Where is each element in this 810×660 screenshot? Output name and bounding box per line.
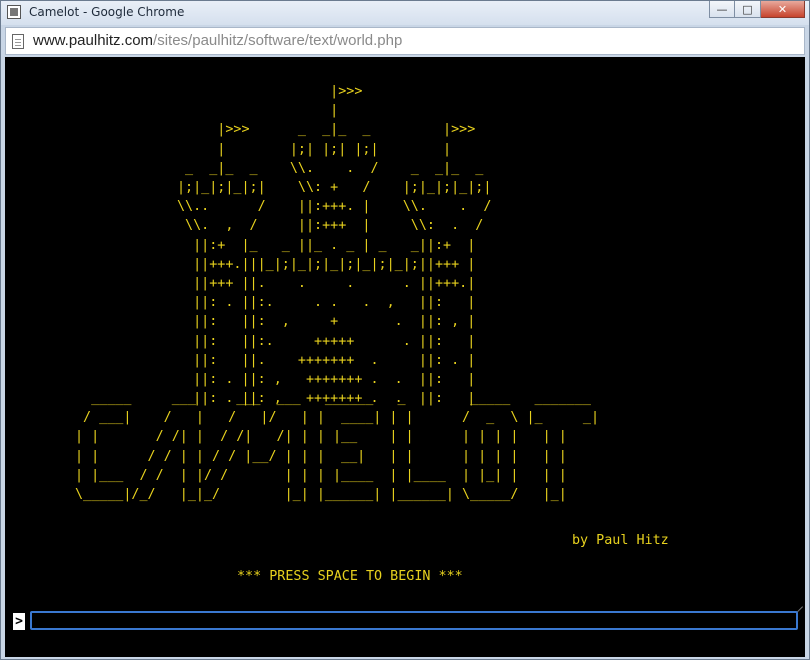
command-caret: >	[13, 613, 25, 630]
browser-window: Camelot - Google Chrome — □ ✕ www.paulhi…	[0, 0, 810, 660]
castle-ascii-art: |>>> | |>>> _ _|_ _ |>>> | |;| |;| |;| |…	[177, 84, 492, 407]
command-input[interactable]	[30, 611, 798, 630]
close-button[interactable]: ✕	[761, 1, 805, 18]
app-window-icon	[7, 5, 21, 19]
url-host: www.paulhitz.com	[33, 32, 154, 49]
title-bar[interactable]: Camelot - Google Chrome — □ ✕	[1, 1, 809, 25]
minimize-button[interactable]: —	[709, 1, 735, 18]
url-text[interactable]: www.paulhitz.com/sites/paulhitz/software…	[33, 32, 402, 49]
maximize-button[interactable]: □	[735, 1, 761, 18]
game-screen[interactable]: |>>> | |>>> _ _|_ _ |>>> | |;| |;| |;| |…	[5, 57, 805, 657]
camelot-logo-art: _____ ___ ___ ___ ______ _ _____ _______…	[75, 391, 600, 503]
window-controls: — □ ✕	[709, 1, 805, 19]
page-icon	[12, 34, 24, 49]
author-byline: by Paul Hitz	[572, 533, 669, 548]
press-space-prompt: *** PRESS SPACE TO BEGIN ***	[237, 569, 463, 584]
address-bar[interactable]: www.paulhitz.com/sites/paulhitz/software…	[5, 27, 805, 55]
url-path: /sites/paulhitz/software/text/world.php	[153, 32, 403, 49]
resize-grip-icon[interactable]	[795, 599, 803, 607]
window-title: Camelot - Google Chrome	[29, 5, 185, 19]
command-row: >	[5, 609, 805, 633]
